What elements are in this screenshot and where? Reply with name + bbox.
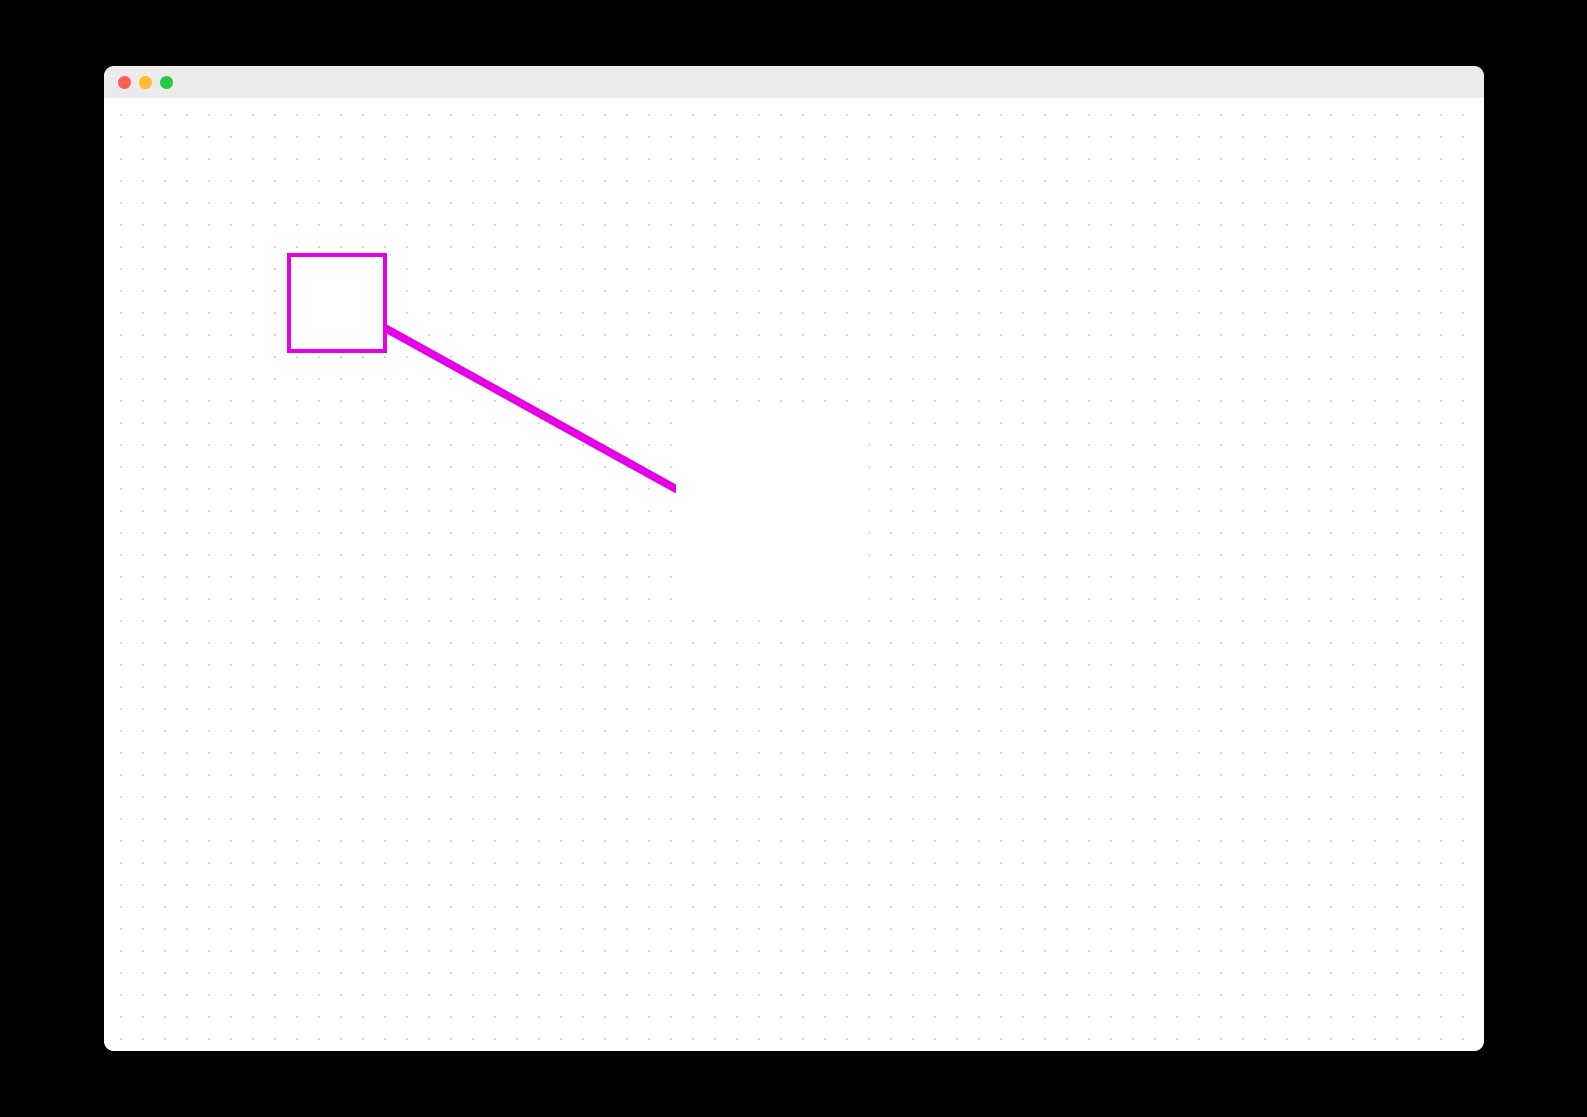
diagram-canvas[interactable] (104, 98, 1484, 1051)
app-window (104, 66, 1484, 1051)
maximize-icon[interactable] (160, 76, 173, 89)
titlebar[interactable] (104, 66, 1484, 98)
shape-large-square[interactable] (676, 419, 869, 613)
close-icon[interactable] (118, 76, 131, 89)
shape-small-square[interactable] (289, 255, 385, 351)
minimize-icon[interactable] (139, 76, 152, 89)
diagram-svg (104, 98, 1484, 1051)
connector-line[interactable] (338, 302, 676, 489)
